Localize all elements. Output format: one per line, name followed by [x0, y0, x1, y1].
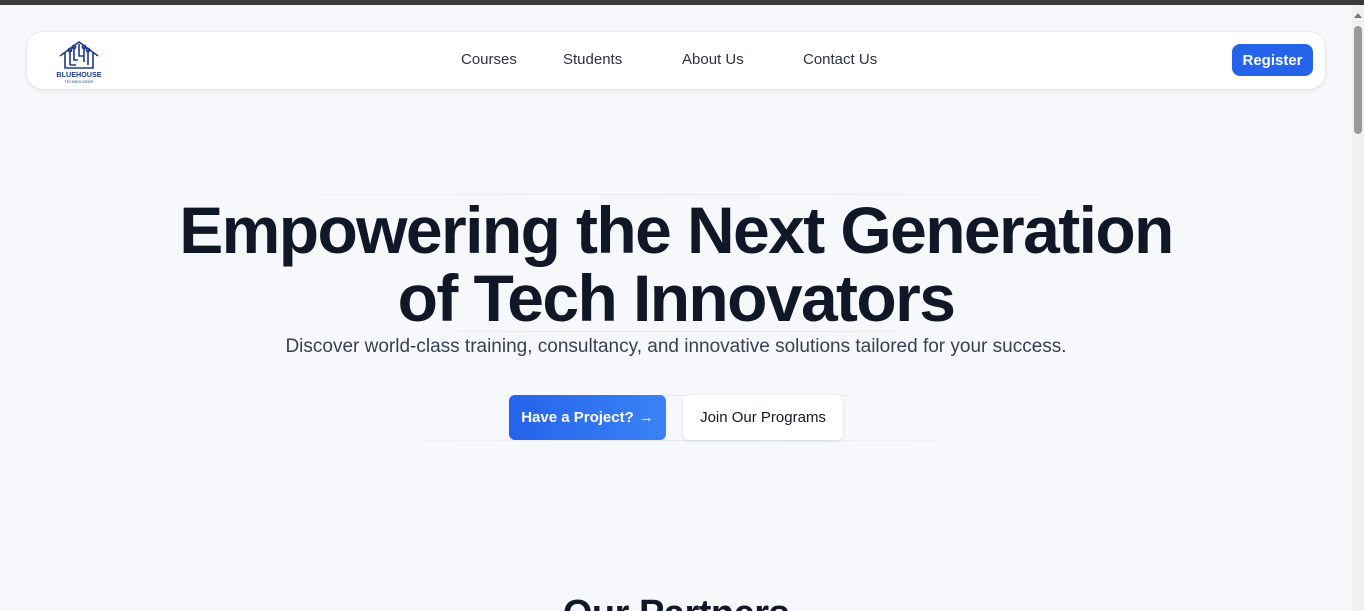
join-our-programs-label: Join Our Programs — [700, 409, 826, 426]
register-button[interactable]: Register — [1232, 44, 1313, 76]
join-our-programs-button[interactable]: Join Our Programs — [683, 395, 843, 440]
page: BLUEHOUSE TECHNOLOGIES Courses Students … — [0, 5, 1352, 611]
navbar: BLUEHOUSE TECHNOLOGIES Courses Students … — [27, 32, 1325, 89]
hero-divider — [290, 440, 1070, 441]
hero-title-line-1: Empowering the Next Generation — [179, 193, 1174, 267]
scrollbar[interactable] — [1352, 5, 1364, 611]
nav-link-contact-us[interactable]: Contact Us — [803, 51, 877, 68]
hero-subtitle: Discover world-class training, consultan… — [285, 336, 1067, 357]
nav-link-about-us[interactable]: About Us — [682, 51, 744, 68]
house-circuit-logo-icon: BLUEHOUSE TECHNOLOGIES — [56, 41, 102, 84]
hero-divider — [290, 395, 1070, 396]
arrow-right-icon: → — [638, 409, 654, 426]
scroll-up-arrow-icon[interactable] — [1354, 13, 1362, 18]
scrollbar-thumb[interactable] — [1354, 26, 1362, 134]
have-a-project-button[interactable]: Have a Project? → — [509, 395, 666, 440]
hero-title-line-2: of Tech Innovators — [397, 261, 956, 335]
nav-link-courses[interactable]: Courses — [461, 51, 517, 68]
bluehouse-logo[interactable]: BLUEHOUSE TECHNOLOGIES — [56, 38, 102, 84]
logo-text: BLUEHOUSE — [56, 70, 101, 79]
logo-subtext: TECHNOLOGIES — [65, 80, 94, 84]
nav-link-students[interactable]: Students — [563, 51, 622, 68]
partners-title: Our Partners — [460, 593, 892, 611]
have-a-project-label: Have a Project? — [521, 409, 634, 426]
